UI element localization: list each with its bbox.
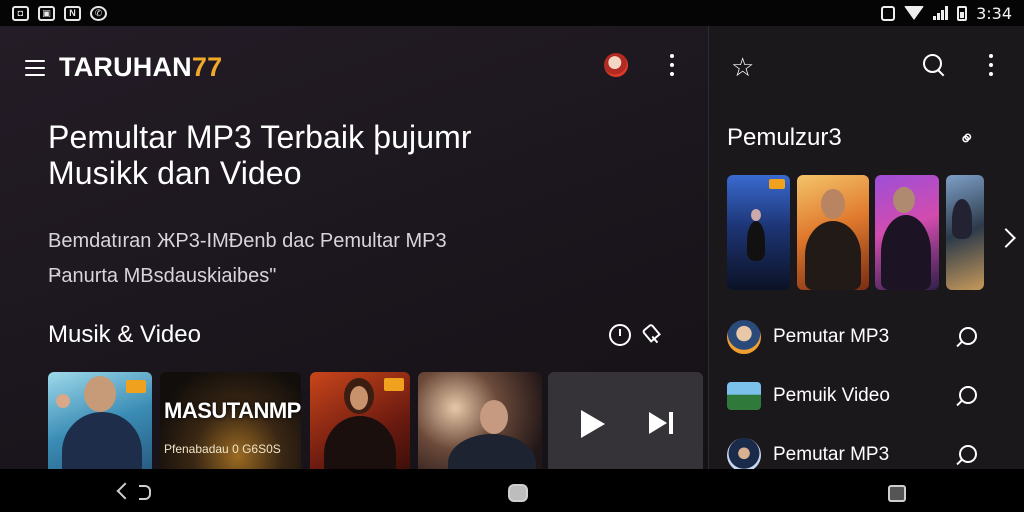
list-item[interactable]: Pemutar MP3 <box>727 317 1007 357</box>
list-item-avatar <box>727 382 761 410</box>
list-item-label: Pemutar MP3 <box>773 326 890 347</box>
status-bar: ◘ ▣ N ✆ 3:34 <box>0 0 1024 26</box>
side-panel: ☆ Pemulzur3 ⚭ Pemutar MP3 Pemuik Video P… <box>709 26 1024 469</box>
side-panel-title: Pemulzur3 <box>727 124 842 151</box>
list-item[interactable]: Pemuik Video <box>727 376 1007 416</box>
n-icon: N <box>64 5 81 21</box>
skip-next-icon[interactable] <box>649 411 675 437</box>
artist-body <box>62 412 142 469</box>
performer-body <box>448 434 536 469</box>
list-item[interactable]: Pemutar MP3 <box>727 435 1007 469</box>
history-icon[interactable] <box>609 324 631 346</box>
more-options-icon[interactable] <box>669 54 675 76</box>
performer-face <box>480 400 508 434</box>
card-badge <box>126 380 146 393</box>
headline-line-2: Musikk dan Video <box>48 155 302 191</box>
wifi-icon <box>904 6 925 20</box>
chevron-right-icon[interactable] <box>996 228 1016 248</box>
subtitle-line-2: Ҏanurta MBsdauskiaibes" <box>48 265 277 287</box>
clock-time: 3:34 <box>976 3 1012 23</box>
thumb-badge <box>769 179 785 189</box>
home-icon[interactable] <box>508 484 528 502</box>
pin-icon[interactable] <box>636 320 667 351</box>
image-icon: ▣ <box>38 5 55 21</box>
thumb-partial-figure <box>952 199 972 239</box>
list-item-label: Pemuik Video <box>773 385 890 406</box>
guitarist-face <box>350 386 368 410</box>
link-icon[interactable]: ⚭ <box>953 124 983 154</box>
thumb-singer-face <box>821 189 845 219</box>
main-panel: TARUHAN77 Pemultar MP3 Terbaik þujumr Mu… <box>0 26 708 469</box>
card-badge <box>384 378 404 391</box>
back-icon[interactable] <box>115 483 155 500</box>
card-player-controls <box>548 372 703 469</box>
thumb-figure-head <box>751 209 761 221</box>
status-bar-right: 3:34 <box>881 4 1012 23</box>
subtitle-line-1: Bemdatıran ЖP3-ІМÐenb dac Pemultar MP3 <box>48 230 447 252</box>
thumb-guitarist-body <box>881 215 931 290</box>
profile-avatar-icon[interactable] <box>604 53 628 77</box>
thumb-figure-body <box>747 221 765 261</box>
thumbnail-guitarist[interactable] <box>875 175 939 290</box>
signal-icon <box>933 6 949 20</box>
star-icon[interactable]: ☆ <box>731 54 754 80</box>
headline-line-1: Pemultar MP3 Terbaik þujumr <box>48 119 472 155</box>
play-icon[interactable] <box>581 410 605 438</box>
card-performer[interactable] <box>418 372 542 469</box>
card-album-title: MASUTANMP3 <box>164 398 301 423</box>
brand-number: 77 <box>191 52 223 82</box>
thumbnail-singer-mic[interactable] <box>797 175 869 290</box>
artist-face <box>84 376 116 412</box>
status-bar-left: ◘ ▣ N ✆ <box>12 5 107 21</box>
card-album-subtitle: Pfenabadau 0 G6S0S <box>164 442 281 456</box>
card-singer-blue[interactable] <box>48 372 152 469</box>
page-headline: Pemultar MP3 Terbaik þujumr Musikk dan V… <box>48 119 472 191</box>
card-album[interactable]: MASUTANMP3 Pfenabadau 0 G6S0S <box>160 372 301 469</box>
page-subtitle: Bemdatıran ЖP3-ІМÐenb dac Pemultar MP3 Ҏ… <box>48 224 447 294</box>
thumbnail-partial[interactable] <box>946 175 984 290</box>
raised-fist <box>56 394 70 408</box>
list-item-search-icon[interactable] <box>959 445 977 463</box>
whatsapp-icon: ✆ <box>90 5 107 21</box>
vibrate-icon <box>881 5 896 21</box>
thumbnail-carousel <box>727 175 987 290</box>
section-title: Musik & Video <box>48 321 201 348</box>
recent-apps-icon[interactable] <box>888 485 906 502</box>
list-item-label: Pemutar MP3 <box>773 444 890 465</box>
search-icon[interactable] <box>923 54 945 76</box>
hamburger-menu-icon[interactable] <box>25 60 45 76</box>
thumb-guitarist-face <box>893 187 915 213</box>
brand-name: TARUHAN <box>59 52 192 82</box>
card-guitarist[interactable] <box>310 372 410 469</box>
guitarist-body <box>324 416 396 469</box>
thumbnail-concert-stage[interactable] <box>727 175 790 290</box>
thumb-singer-body <box>805 221 861 290</box>
list-item-avatar <box>727 320 761 354</box>
top-app-bar: TARUHAN77 <box>0 50 708 86</box>
notification-icon: ◘ <box>12 5 29 21</box>
side-more-options-icon[interactable] <box>988 54 994 76</box>
battery-icon <box>957 5 968 21</box>
brand-logo[interactable]: TARUHAN77 <box>59 52 222 83</box>
list-item-search-icon[interactable] <box>959 327 977 345</box>
system-navigation-bar <box>0 469 1024 512</box>
list-item-avatar <box>727 438 761 469</box>
list-item-search-icon[interactable] <box>959 386 977 404</box>
